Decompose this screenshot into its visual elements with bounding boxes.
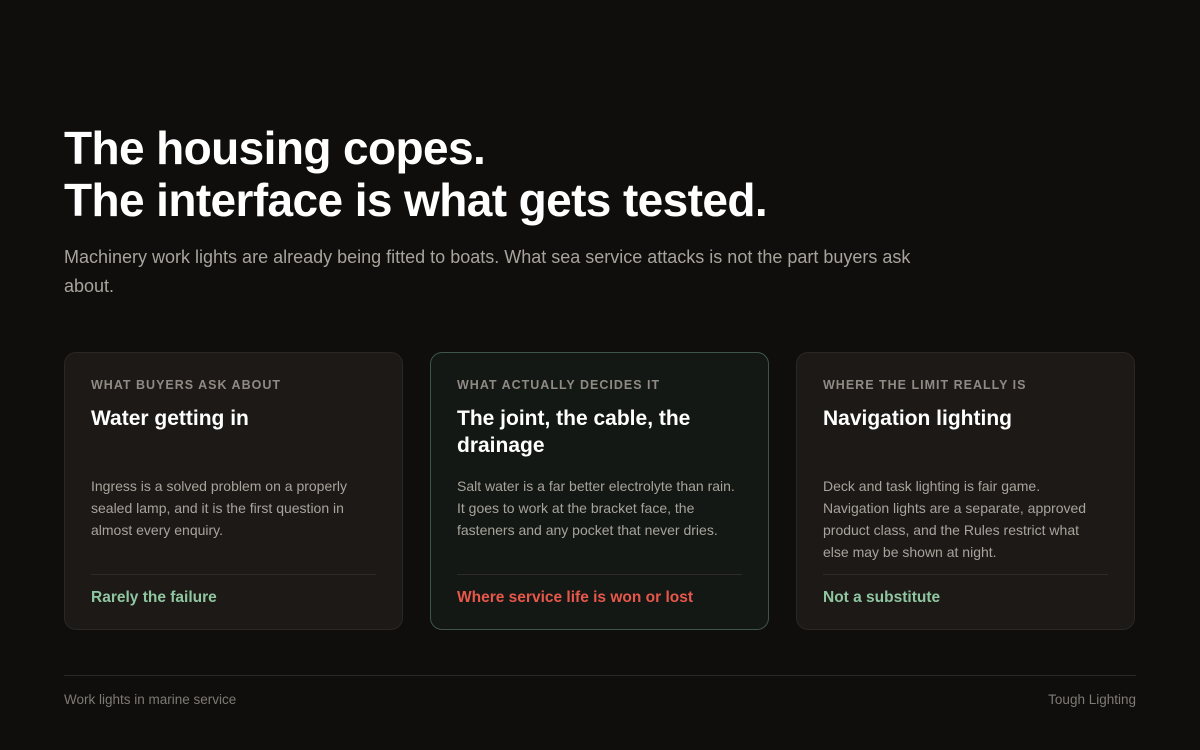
card-real-limit: WHERE THE LIMIT REALLY IS Navigation lig…	[796, 352, 1135, 630]
card-actually-decides: WHAT ACTUALLY DECIDES IT The joint, the …	[430, 352, 769, 630]
card-title: Water getting in	[91, 407, 249, 430]
card-eyebrow: WHAT ACTUALLY DECIDES IT	[457, 378, 661, 392]
footer-brand: Tough Lighting	[1048, 692, 1136, 707]
card-body: Salt water is a far better electrolyte t…	[457, 478, 735, 538]
card-verdict: Not a substitute	[823, 589, 941, 606]
footer: Work lights in marine service Tough Ligh…	[64, 675, 1136, 725]
headline: The housing copes. The interface is what…	[64, 122, 1136, 226]
card-body: Ingress is a solved problem on a properl…	[91, 478, 348, 538]
card-divider	[823, 574, 1108, 575]
headline-line-1: The housing copes.	[64, 122, 486, 174]
slide: The housing copes. The interface is what…	[64, 0, 1136, 750]
comparison-cards: WHAT BUYERS ASK ABOUT Water getting in I…	[64, 352, 1136, 630]
card-verdict: Rarely the failure	[91, 589, 217, 606]
card-title: Navigation lighting	[823, 407, 1012, 430]
card-verdict: Where service life is won or lost	[457, 589, 694, 606]
card-eyebrow: WHAT BUYERS ASK ABOUT	[91, 378, 281, 392]
footer-topic: Work lights in marine service	[64, 692, 237, 707]
headline-line-2: The interface is what gets tested.	[64, 174, 768, 226]
card-title: The joint, the cable, the drainage	[457, 407, 691, 457]
card-buyers-ask: WHAT BUYERS ASK ABOUT Water getting in I…	[64, 352, 403, 630]
card-eyebrow: WHERE THE LIMIT REALLY IS	[823, 378, 1027, 392]
card-divider	[91, 574, 376, 575]
card-body: Deck and task lighting is fair game. Nav…	[823, 478, 1087, 560]
lede-paragraph: Machinery work lights are already being …	[64, 247, 911, 296]
card-divider	[457, 574, 742, 575]
